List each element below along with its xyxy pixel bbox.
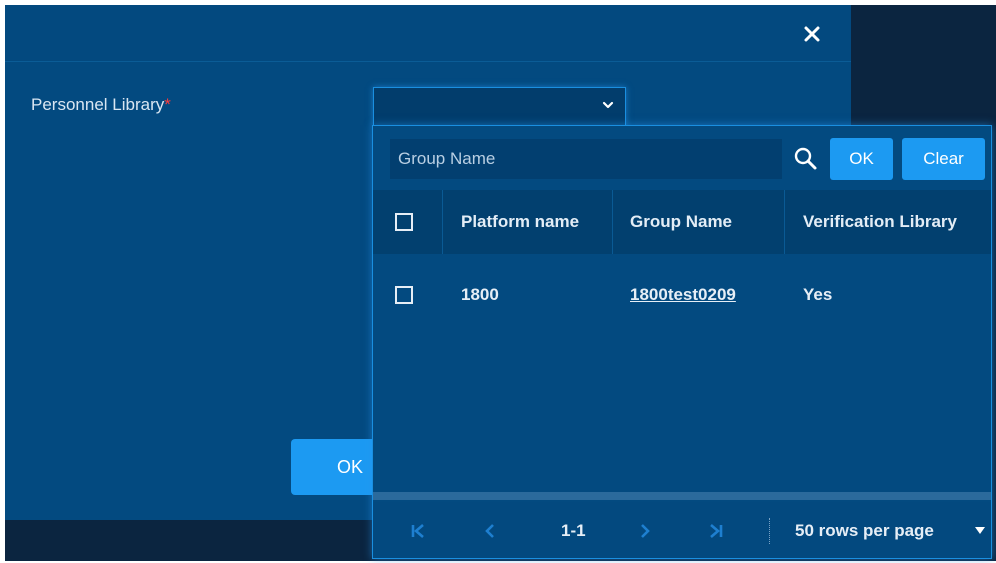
search-ok-button[interactable]: OK bbox=[830, 138, 893, 180]
personnel-library-label: Personnel Library* bbox=[31, 95, 171, 115]
chevron-down-icon bbox=[602, 101, 614, 109]
pagination-bar: 1-1 50 rows per page bbox=[373, 502, 991, 558]
horizontal-scrollbar[interactable] bbox=[373, 492, 991, 500]
column-header-group-name[interactable]: Group Name bbox=[630, 190, 732, 254]
column-divider bbox=[612, 190, 613, 254]
next-page-icon[interactable] bbox=[636, 522, 654, 540]
verification-library-cell: Yes bbox=[803, 285, 833, 304]
group-picker-dropdown: OK Clear Platform name Group Name Verifi… bbox=[372, 125, 992, 559]
column-divider bbox=[442, 190, 443, 254]
search-icon[interactable] bbox=[793, 146, 819, 172]
screen: Personnel Library* OK OK Clear Platform … bbox=[0, 0, 996, 563]
pagination-divider bbox=[769, 518, 770, 544]
rows-per-page-select[interactable]: 50 rows per page bbox=[795, 502, 934, 558]
caret-down-icon[interactable] bbox=[975, 527, 985, 535]
required-asterisk: * bbox=[164, 95, 171, 114]
column-divider bbox=[784, 190, 785, 254]
column-header-platform-name[interactable]: Platform name bbox=[461, 190, 579, 254]
row-checkbox[interactable] bbox=[395, 286, 413, 304]
last-page-icon[interactable] bbox=[707, 522, 725, 540]
group-name-cell: 1800test0209 bbox=[630, 264, 736, 326]
close-icon bbox=[804, 26, 820, 42]
select-all-checkbox[interactable] bbox=[395, 213, 413, 231]
page-range: 1-1 bbox=[561, 521, 586, 540]
group-name-search-input[interactable] bbox=[390, 139, 782, 179]
previous-page-icon[interactable] bbox=[481, 522, 499, 540]
first-page-icon[interactable] bbox=[409, 522, 427, 540]
clear-button[interactable]: Clear bbox=[902, 138, 985, 180]
table-header: Platform name Group Name Verification Li… bbox=[373, 190, 991, 254]
personnel-library-label-text: Personnel Library bbox=[31, 95, 165, 114]
close-button[interactable] bbox=[800, 22, 824, 46]
table-row[interactable]: 1800 1800test0209 Yes bbox=[373, 264, 991, 326]
platform-name-cell: 1800 bbox=[461, 285, 499, 304]
group-name-link[interactable]: 1800test0209 bbox=[630, 285, 736, 304]
personnel-library-select[interactable] bbox=[373, 87, 626, 127]
column-header-verification-library[interactable]: Verification Library bbox=[803, 190, 957, 254]
dialog-header bbox=[5, 5, 851, 62]
